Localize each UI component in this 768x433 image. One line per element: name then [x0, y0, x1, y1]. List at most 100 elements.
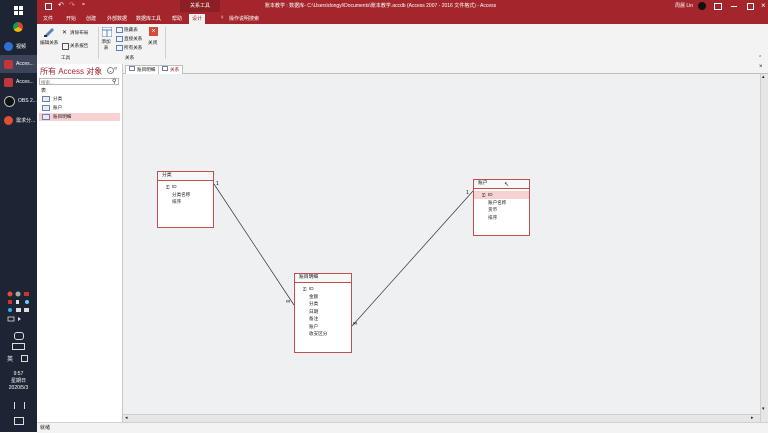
group-label-tools: 工具 — [61, 55, 71, 60]
field-row[interactable]: 金额 — [295, 293, 351, 301]
collapse-ribbon-icon[interactable]: ⌃ — [758, 55, 762, 61]
scroll-right-icon[interactable]: ▸ — [751, 415, 754, 421]
table-box-account[interactable]: 账户 ↖ ⚿ ID 账户名称 货币 排序 — [473, 179, 530, 236]
close-x-icon: × — [149, 27, 158, 36]
table-box-details[interactable]: 账目明细 ⚿ ID 金额 分类 日期 备注 账户 收支区分 — [294, 273, 352, 353]
field-row-selected[interactable]: ⚿ ID — [474, 191, 529, 199]
nav-search-input[interactable]: 搜索... — [39, 78, 119, 85]
field-row[interactable]: 分类名称 — [158, 191, 213, 199]
ribbon-tabs: 文件 开始 创建 外部数据 数据库工具 帮助 设计 ♀ 操作说明搜索 — [37, 12, 768, 24]
clock[interactable]: 9:57 星期日 2020/5/3 — [0, 371, 37, 392]
field-row[interactable]: 分类 — [295, 300, 351, 308]
relationship-line-category-details — [213, 183, 295, 306]
relationships-canvas[interactable]: 1 ∞ 1 ∞ 分类 ⚿ ID 分类名称 排序 账户 ↖ ⚿ ID 账户名称 货币 … — [123, 74, 760, 414]
minimize-icon[interactable] — [731, 6, 737, 7]
field-row[interactable]: 账户 — [295, 323, 351, 331]
field-row[interactable]: 备注 — [295, 315, 351, 323]
table-box-category[interactable]: 分类 ⚿ ID 分类名称 排序 — [157, 171, 214, 228]
edit-relationships-icon — [44, 28, 54, 37]
add-tables-button[interactable]: 添加表 — [101, 27, 113, 55]
table-box-title[interactable]: 账目明细 — [295, 274, 351, 283]
taskbar-item-video[interactable]: 视频 — [0, 37, 37, 55]
table-icon — [129, 66, 135, 71]
clock-time: 9:57 — [13, 371, 24, 377]
redo-icon[interactable]: ↷ — [69, 1, 75, 9]
taskbar-item-requirements[interactable]: 需求分... — [0, 111, 37, 129]
doc-tab-relationships[interactable]: 关系 — [158, 65, 184, 74]
taskbar-item-obs[interactable]: OBS 2... — [0, 92, 37, 110]
save-icon[interactable] — [45, 3, 52, 10]
tab-home[interactable]: 开始 — [63, 14, 79, 24]
tab-create[interactable]: 创建 — [83, 14, 99, 24]
clock-date: 2020/5/3 — [8, 385, 29, 391]
lightbulb-icon: ♀ — [220, 15, 225, 21]
nav-item-details[interactable]: 账目明细 — [39, 113, 120, 121]
table-box-title[interactable]: 分类 — [158, 172, 213, 181]
tab-help[interactable]: 帮助 — [169, 14, 185, 24]
task-view-icon[interactable] — [14, 402, 25, 409]
all-relationships-icon — [116, 45, 123, 51]
nav-menu-icon[interactable]: ⌄ — [107, 67, 114, 74]
tab-design[interactable]: 设计 — [189, 14, 206, 24]
tell-me-search[interactable]: 操作说明搜索 — [226, 14, 262, 24]
grid-icon[interactable] — [21, 355, 28, 362]
nav-item-account[interactable]: 账户 — [39, 104, 120, 112]
doc-tab-details[interactable]: 账目明细 — [125, 65, 160, 74]
close-icon[interactable]: × — [761, 0, 766, 12]
tab-external-data[interactable]: 外部数据 — [104, 14, 130, 24]
table-box-title[interactable]: 账户 — [474, 180, 529, 189]
field-row[interactable]: 收支区分 — [295, 330, 351, 338]
keyboard-icon[interactable] — [12, 343, 25, 350]
search-icon[interactable]: ⚲ — [112, 78, 116, 85]
network-icon[interactable] — [14, 332, 24, 340]
start-icon[interactable] — [14, 6, 23, 15]
notification-icon[interactable] — [14, 417, 24, 425]
taskbar-item-access-2[interactable]: Acces... — [0, 73, 37, 91]
hide-table-icon — [116, 27, 123, 33]
maximize-icon[interactable] — [747, 3, 754, 10]
navigation-pane: 所有 Access 对象 ⌄ « 搜索... ⚲ 表 分类 账户 账目明细 — [37, 64, 123, 422]
scroll-down-icon[interactable]: ▾ — [762, 406, 765, 412]
field-row[interactable]: 账户名称 — [474, 199, 529, 207]
nav-section-tables[interactable]: 表 — [41, 87, 46, 94]
nav-item-category[interactable]: 分类 — [39, 95, 120, 103]
edit-relationships-button[interactable]: 编辑关系 — [40, 27, 60, 51]
undo-icon[interactable]: ↶ — [58, 1, 64, 9]
field-row[interactable]: ⚿ ID — [295, 285, 351, 293]
ime-indicator[interactable]: 英 — [7, 354, 13, 363]
field-row[interactable]: 货币 — [474, 206, 529, 214]
relationship-lines: 1 ∞ 1 ∞ — [213, 181, 474, 327]
access-icon — [4, 77, 13, 87]
mouse-cursor-icon: ↖ — [504, 182, 510, 188]
avatar[interactable] — [698, 2, 706, 10]
customize-qat-icon[interactable]: = — [82, 2, 85, 8]
user-name[interactable]: 周晨 Lin — [675, 0, 693, 12]
field-row[interactable]: 排序 — [158, 198, 213, 206]
relationship-line-account-details — [351, 190, 474, 327]
tab-file[interactable]: 文件 — [40, 14, 56, 24]
scroll-left-icon[interactable]: ◂ — [125, 415, 128, 421]
ribbon-separator — [165, 27, 166, 59]
document-tabs: 账目明细 关系 × — [123, 64, 768, 74]
ribbon-display-icon[interactable] — [714, 3, 722, 10]
field-row[interactable]: 排序 — [474, 214, 529, 222]
chrome-icon[interactable] — [13, 22, 23, 32]
table-icon — [42, 95, 50, 102]
field-row[interactable]: 日期 — [295, 308, 351, 316]
scroll-up-icon[interactable]: ▴ — [762, 74, 765, 80]
close-document-icon[interactable]: × — [759, 64, 763, 70]
taskbar-item-access-1[interactable]: Acces... — [0, 55, 37, 73]
access-icon — [4, 59, 13, 69]
tab-database-tools[interactable]: 数据库工具 — [133, 14, 164, 24]
table-icon — [42, 104, 50, 111]
video-app-icon — [4, 41, 13, 51]
tray-icons[interactable] — [6, 290, 32, 330]
app-icon — [4, 115, 13, 125]
nav-pane-title[interactable]: 所有 Access 对象 — [40, 66, 102, 77]
vertical-scrollbar[interactable]: ▴ ▾ — [760, 74, 768, 422]
status-bar: 就绪 — [37, 422, 768, 433]
close-relationships-button[interactable]: × 关闭 — [147, 27, 161, 51]
direct-relationships-icon — [116, 36, 123, 42]
field-row[interactable]: ⚿ ID — [158, 183, 213, 191]
nav-collapse-icon[interactable]: « — [114, 66, 117, 72]
